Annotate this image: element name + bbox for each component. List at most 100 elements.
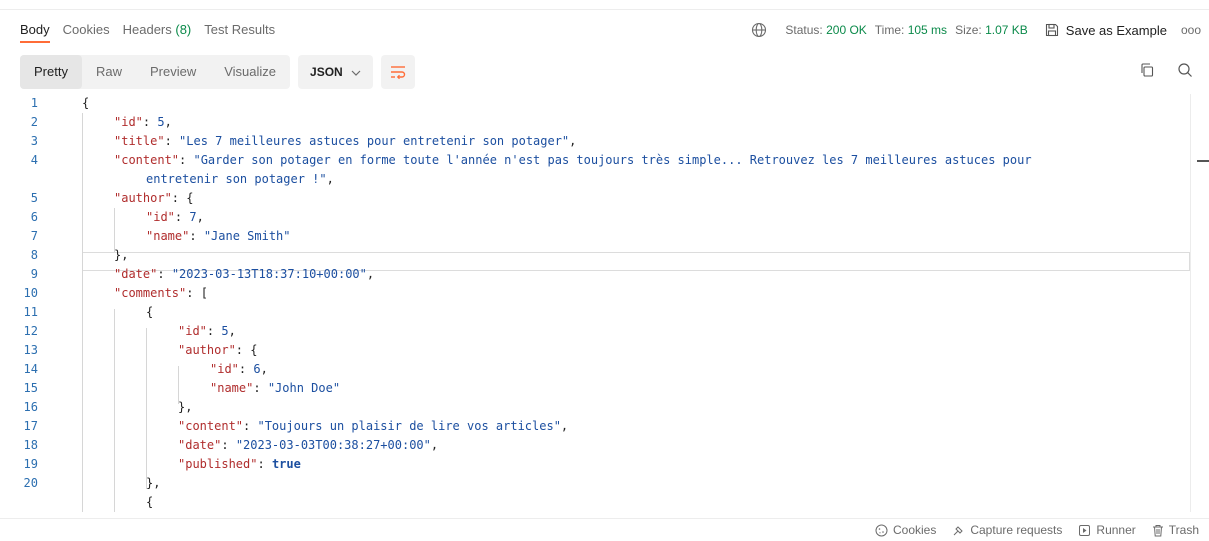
response-body-code[interactable]: 1{2 "id": 5, 3 "title": "Les 7 meilleures a… [0, 94, 1209, 512]
code-line: 12 "id": 5, [0, 322, 1190, 341]
code-token: : [157, 267, 172, 281]
code-token: : { [235, 343, 258, 357]
line-number: 3 [30, 134, 38, 148]
code-token: }, [178, 400, 193, 414]
code-token: , [569, 134, 577, 148]
trash-label: Trash [1168, 523, 1199, 537]
code-text: }, [114, 246, 128, 265]
code-token: : [189, 229, 204, 243]
code-token: 5 [157, 115, 165, 129]
cookie-icon [875, 524, 888, 536]
code-token: { [82, 96, 90, 110]
code-token: : { [171, 191, 194, 205]
chevron-down-icon [351, 65, 361, 79]
code-token: , [228, 324, 236, 338]
capture-requests-button[interactable]: Capture requests [952, 523, 1062, 537]
code-text: { [146, 493, 153, 512]
code-line: 2 "id": 5, [0, 113, 1190, 132]
line-number: 10 [23, 286, 38, 300]
search-icon[interactable] [1177, 62, 1193, 81]
code-token: : [179, 153, 194, 167]
format-label: JSON [310, 65, 343, 79]
code-line: 14 "id": 6, [0, 360, 1190, 379]
time-value: 105 ms [907, 23, 948, 37]
code-line: 16}, [0, 398, 1190, 417]
line-number: 14 [23, 362, 38, 376]
line-number: 7 [30, 229, 38, 243]
wrap-lines-button[interactable] [380, 55, 415, 89]
line-number: 18 [23, 438, 38, 452]
code-token: "Jane Smith" [203, 229, 291, 243]
code-token: "author" [178, 343, 236, 357]
code-text: "id": 6, [210, 360, 268, 379]
code-text: "id": 7, [146, 208, 204, 227]
code-text: "published": true [178, 455, 301, 474]
code-token: : [174, 210, 190, 224]
footer-cookies-label: Cookies [892, 523, 937, 537]
view-mode-pretty[interactable]: Pretty [20, 55, 82, 89]
copy-icon[interactable] [1139, 62, 1155, 81]
tab-test-results[interactable]: Test Results [204, 10, 275, 50]
view-mode-visualize[interactable]: Visualize [210, 55, 290, 89]
code-text: "name": "Jane Smith" [146, 227, 291, 246]
code-line: 3 "title": "Les 7 meilleures astuces pour… [0, 132, 1190, 151]
code-token: : [164, 134, 180, 148]
code-token: "published" [178, 457, 258, 471]
trash-button[interactable]: Trash [1152, 523, 1199, 537]
line-number: 15 [23, 381, 38, 395]
code-token: "name" [210, 381, 254, 395]
line-number: 8 [30, 248, 38, 262]
code-line: 17 "content": "Toujours un plaisir de lir… [0, 417, 1190, 436]
status-label: Status: [785, 23, 823, 37]
code-token: "id" [114, 115, 143, 129]
status-value: 200 OK [826, 23, 867, 37]
scroll-position-marker[interactable] [1197, 160, 1209, 162]
toolbar-actions [1117, 62, 1193, 81]
code-token: "content" [114, 153, 180, 167]
code-token: : [142, 115, 158, 129]
status-indicator[interactable]: Status: 200 OK [785, 23, 866, 37]
code-token: : [206, 324, 222, 338]
more-options-icon[interactable]: ooo [1181, 23, 1201, 37]
tab-headers-label: Headers [122, 22, 172, 37]
code-text: }, [178, 398, 192, 417]
line-number: 9 [30, 267, 38, 281]
code-token: : [253, 381, 268, 395]
code-token: , [196, 210, 204, 224]
tab-headers[interactable]: Headers (8) [123, 10, 192, 50]
code-token: "2023-03-13T18:37:10+00:00" [171, 267, 367, 281]
code-token: : [238, 362, 254, 376]
view-mode-preview[interactable]: Preview [136, 55, 210, 89]
view-mode-selector: Pretty Raw Preview Visualize [20, 55, 291, 89]
code-token: }, [114, 248, 129, 262]
code-token: , [326, 172, 334, 186]
code-line: 19 "published": true [0, 455, 1190, 474]
runner-label: Runner [1096, 523, 1136, 537]
code-token: 7 [189, 210, 197, 224]
format-dropdown[interactable]: JSON [298, 55, 373, 89]
line-number: 4 [30, 153, 38, 167]
globe-icon[interactable] [751, 22, 767, 38]
code-token: : [221, 438, 236, 452]
line-number: 11 [23, 305, 38, 319]
footer-cookies-button[interactable]: Cookies [875, 523, 936, 537]
size-label: Size: [955, 23, 982, 37]
code-line: entretenir son potager !", [0, 170, 1190, 189]
capture-icon [953, 525, 964, 535]
time-indicator[interactable]: Time: 105 ms [875, 23, 947, 37]
vertical-scrollbar[interactable] [1190, 94, 1191, 512]
code-text: entretenir son potager !", [146, 170, 334, 189]
code-token: "id" [178, 324, 207, 338]
code-token: "author" [114, 191, 172, 205]
code-token: : [ [186, 286, 208, 300]
size-indicator[interactable]: Size: 1.07 KB [955, 23, 1028, 37]
tab-cookies[interactable]: Cookies [63, 10, 110, 50]
line-number: 19 [23, 457, 38, 471]
code-token: , [366, 267, 375, 281]
tab-body[interactable]: Body [20, 10, 50, 50]
view-mode-raw[interactable]: Raw [82, 55, 136, 89]
status-bar: Cookies Capture requests Runner Trash [0, 518, 1209, 541]
save-as-example-button[interactable]: Save as Example [1044, 22, 1167, 38]
top-strip [0, 0, 1209, 10]
runner-button[interactable]: Runner [1078, 523, 1136, 537]
